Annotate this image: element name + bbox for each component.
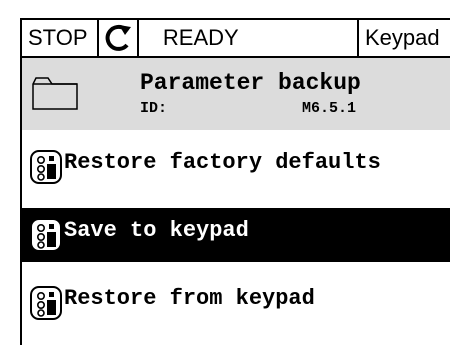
parameter-icon	[30, 150, 62, 184]
folder-icon	[32, 77, 78, 110]
menu-id-value: M6.5.1	[302, 100, 357, 117]
ready-indicator: READY	[139, 20, 359, 56]
status-bar: STOP READY Keypad	[20, 18, 450, 58]
rotation-arrow-icon	[99, 20, 139, 56]
parameter-icon	[30, 218, 62, 252]
menu-header: Parameter backup ID: M6.5.1	[20, 58, 450, 130]
menu-list: Restore factory defaults Save to keypad	[20, 130, 450, 345]
menu-item-label: Restore factory defaults	[64, 150, 381, 175]
menu-item-label: Save to keypad	[64, 218, 249, 243]
id-label: ID:	[140, 100, 168, 117]
menu-item-restore-from-keypad[interactable]: Restore from keypad	[22, 276, 450, 330]
page-title: Parameter backup	[140, 70, 361, 96]
parameter-icon	[30, 286, 62, 320]
control-place: Keypad	[364, 25, 440, 50]
keypad-screen: STOP READY Keypad Parameter backup ID: M…	[0, 0, 450, 345]
menu-item-save-to-keypad[interactable]: Save to keypad	[22, 208, 450, 262]
menu-item-restore-factory-defaults[interactable]: Restore factory defaults	[22, 140, 450, 194]
menu-item-label: Restore from keypad	[64, 286, 315, 311]
run-state: STOP	[22, 20, 100, 56]
